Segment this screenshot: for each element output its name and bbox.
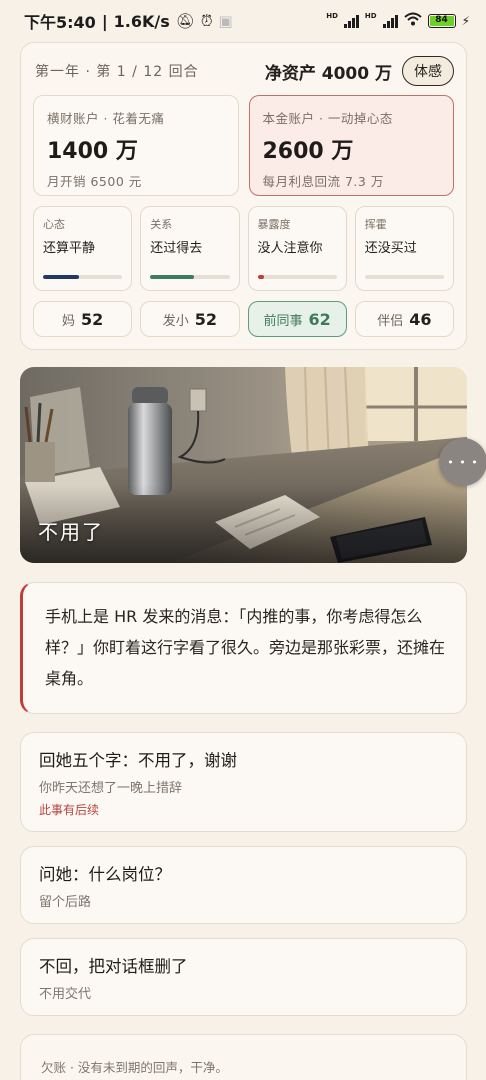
exposure-bar bbox=[257, 275, 337, 279]
status-bar: 下午5:40 | 1.6K/s 🔕︎ ⏰︎ ▣ HD HD 84 ⚡︎ bbox=[0, 0, 486, 42]
notification-icon: ▣ bbox=[218, 12, 233, 30]
sense-button[interactable]: 体感 bbox=[402, 56, 454, 86]
signal-icon bbox=[343, 14, 359, 28]
status-time: 下午5:40 bbox=[24, 13, 96, 32]
more-dots-icon: • • • bbox=[447, 455, 479, 469]
round-indicator: 第一年 · 第 1 / 12 回合 bbox=[35, 64, 199, 80]
choice-ignore[interactable]: 不回，把对话框删了 不用交代 bbox=[20, 938, 467, 1016]
net-worth: 净资产 4000 万 bbox=[264, 63, 392, 84]
wifi-icon bbox=[403, 12, 422, 30]
choice-decline[interactable]: 回她五个字：不用了，谢谢 你昨天还想了一晚上措辞 此事有后续 bbox=[20, 732, 467, 832]
principal-account: 本金账户 · 一动掉心态 2600 万 每月利息回流 7.3 万 bbox=[248, 95, 454, 196]
signal-icon-2 bbox=[382, 14, 398, 28]
bell-muted-icon: 🔕︎ bbox=[175, 12, 195, 30]
stat-exposure: 暴露度 没人注意你 bbox=[247, 206, 347, 291]
mindset-bar bbox=[43, 275, 123, 279]
stat-splurge: 挥霍 还没买过 bbox=[354, 206, 454, 291]
scene-caption: 不用了 bbox=[38, 520, 104, 544]
battery-icon: 84 bbox=[427, 14, 456, 28]
person-former-colleague[interactable]: 前同事 62 bbox=[247, 301, 347, 337]
person-childhood-friend[interactable]: 发小 52 bbox=[140, 301, 240, 337]
person-partner[interactable]: 伴侣 46 bbox=[354, 301, 454, 337]
relationship-bar bbox=[150, 275, 230, 279]
debt-summary: 欠账 · 没有未到期的回声，干净。 bbox=[20, 1034, 467, 1080]
scene-illustration: 不用了 bbox=[20, 367, 467, 563]
splurge-bar bbox=[364, 275, 444, 279]
hd-badge-2: HD bbox=[364, 12, 377, 20]
alarm-icon: ⏰︎ bbox=[200, 12, 213, 30]
choice-ask-position[interactable]: 问她：什么岗位？ 留个后路 bbox=[20, 846, 467, 924]
network-speed: 1.6K/s bbox=[113, 11, 170, 31]
more-options-button[interactable]: • • • bbox=[439, 438, 486, 486]
consequence-note: 此事有后续 bbox=[39, 803, 100, 817]
stat-relationship: 关系 还过得去 bbox=[140, 206, 240, 291]
person-mom[interactable]: 妈 52 bbox=[33, 301, 133, 337]
narrative-text: 手机上是 HR 发来的消息：「内推的事，你考虑得怎么样？」你盯着这行字看了很久。… bbox=[20, 582, 467, 714]
stat-mindset: 心态 还算平静 bbox=[33, 206, 133, 291]
hd-badge: HD bbox=[326, 12, 338, 20]
windfall-account: 横财账户 · 花着无痛 1400 万 月开销 6500 元 bbox=[33, 95, 239, 196]
charging-icon: ⚡︎ bbox=[461, 14, 470, 28]
status-card: 第一年 · 第 1 / 12 回合 净资产 4000 万 体感 横财账户 · 花… bbox=[20, 42, 467, 350]
